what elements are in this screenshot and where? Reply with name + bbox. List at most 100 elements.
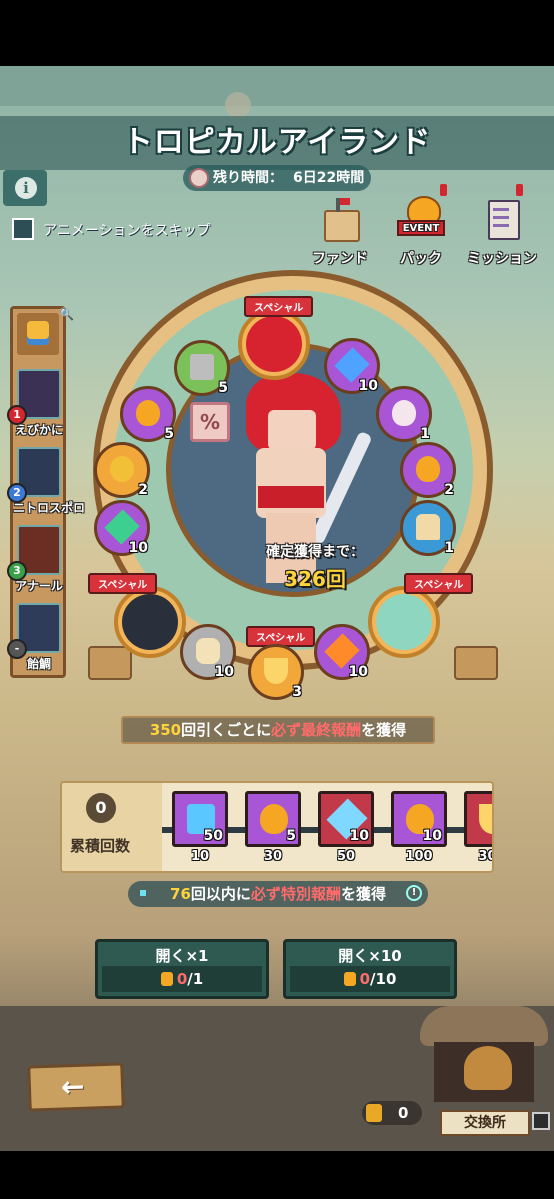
reward-box: 10: [391, 791, 447, 847]
special-character-portrait: [376, 594, 432, 650]
wheel-special-node[interactable]: [238, 308, 310, 380]
mission-alert-icon: [516, 184, 523, 196]
pack-label: パック: [400, 251, 442, 267]
rank-badge: 3: [7, 561, 27, 581]
rank-badge: 1: [7, 405, 27, 425]
ranking-entry[interactable]: 3 アナール: [7, 525, 63, 594]
fund-label: ファンド: [312, 251, 368, 267]
reward-count: 5: [286, 828, 296, 844]
wheel-item-node[interactable]: 10: [314, 624, 370, 680]
milestone-reward[interactable]: 10 100: [391, 791, 447, 864]
open-x10-label: 開く×10: [338, 947, 402, 965]
notice-dot-icon: [140, 890, 146, 896]
wheel-item-node[interactable]: 3: [248, 644, 304, 700]
milestone-threshold: 10: [190, 849, 210, 864]
cumulative-panel: 0 累積回数: [62, 783, 162, 871]
item-count: 5: [164, 426, 174, 442]
wheel-item-node[interactable]: 1: [376, 386, 432, 442]
item-count: 2: [138, 482, 148, 498]
milestone-reward[interactable]: 300: [464, 791, 492, 864]
notice-must: 必ず: [250, 885, 281, 903]
item-count: 5: [218, 380, 228, 396]
wheel-item-node[interactable]: 5: [174, 340, 230, 396]
reward-box: [464, 791, 492, 847]
cumulative-reward-track[interactable]: 0 累積回数 5010530105010100300: [60, 781, 494, 873]
mission-scroll-icon: [482, 196, 522, 240]
special-character-portrait: [246, 316, 302, 372]
trophy-count: 0: [398, 1104, 409, 1122]
mission-button[interactable]: ミッション: [462, 196, 542, 268]
notice-text: 回引くごとに: [181, 721, 272, 739]
reward-box: 50: [172, 791, 228, 847]
mango-icon: [343, 972, 356, 986]
fund-button[interactable]: ファンド: [300, 196, 380, 268]
event-screen: トロピカルアイランド 残り時間： 6日22時間 i アニメーションをスキップ フ…: [0, 66, 554, 1151]
magnifier-icon[interactable]: 🔍: [59, 307, 74, 321]
rate-info-button[interactable]: %: [190, 402, 230, 442]
milestone-reward[interactable]: 10 50: [318, 791, 374, 864]
special-reward-notice: 76回以内に必ず特別報酬を獲得 !: [128, 881, 428, 907]
ranking-sidebar: 🔍 1 えびかに 2 ニトロスポロ 3 アナール - 飴鯛: [7, 306, 85, 678]
item-count: 2: [444, 482, 454, 498]
wheel-item-node[interactable]: 10: [324, 338, 380, 394]
notice-number: 76: [170, 885, 191, 903]
silver-bar-icon: [190, 354, 214, 380]
cocktail-icon: [264, 658, 288, 684]
wheel-item-node[interactable]: 5: [120, 386, 176, 442]
event-pack-icon: EVENT: [397, 196, 445, 240]
menu-icon[interactable]: [532, 1112, 550, 1130]
mango-icon: [160, 972, 173, 986]
wheel-item-node[interactable]: 2: [94, 442, 150, 498]
milestone-threshold: 30: [263, 849, 283, 864]
cumulative-count: 0: [86, 793, 116, 823]
skip-animation-checkbox[interactable]: [12, 218, 34, 240]
shop-mascot: [464, 1046, 512, 1090]
pack-button[interactable]: EVENT パック: [381, 196, 461, 268]
pack-alert-icon: [440, 184, 447, 196]
notice-text: を獲得: [340, 885, 386, 903]
trophy-counter: 0: [362, 1101, 422, 1125]
help-icon[interactable]: !: [406, 885, 422, 901]
notice-text: を獲得: [361, 721, 407, 739]
ranking-trophy-button[interactable]: [17, 313, 59, 355]
mango-icon: [260, 804, 288, 834]
mango-icon: [136, 400, 160, 426]
info-button[interactable]: i: [3, 170, 47, 206]
open-x1-label: 開く×1: [155, 947, 209, 965]
moon-decoration: [225, 92, 251, 118]
ranking-entry[interactable]: 2 ニトロスポロ: [7, 447, 85, 516]
ranking-entry[interactable]: 1 えびかに: [7, 369, 63, 438]
cumulative-label: 累積回数: [70, 837, 131, 855]
back-arrow-icon: ←: [60, 1069, 86, 1104]
wheel-special-node[interactable]: [368, 586, 440, 658]
wheel-item-node[interactable]: 10: [180, 624, 236, 680]
item-count: 3: [292, 684, 302, 700]
exchange-shop-button[interactable]: 交換所: [420, 1006, 550, 1136]
ranking-entry[interactable]: - 飴鯛: [7, 603, 61, 672]
event-timer: 残り時間： 6日22時間: [183, 165, 371, 191]
wheel-stand-right: [454, 646, 498, 680]
wheel-item-node[interactable]: 10: [94, 500, 150, 556]
reward-count: 10: [422, 828, 442, 844]
open-x1-cost: 0/1: [102, 966, 262, 992]
open-x1-button[interactable]: 開く×1 0/1: [95, 939, 269, 999]
egg-icon: [392, 400, 416, 426]
wheel-item-node[interactable]: 1: [400, 500, 456, 556]
back-button[interactable]: ←: [27, 1062, 125, 1112]
shop-roof: [420, 1006, 548, 1046]
notice-text: 回以内に: [190, 885, 251, 903]
wheel-special-node[interactable]: [114, 586, 186, 658]
gold-key-icon: [110, 456, 134, 482]
special-tag: スペシャル: [404, 573, 474, 594]
special-character-portrait: [122, 594, 178, 650]
reward-box: 10: [318, 791, 374, 847]
milestone-reward[interactable]: 5 30: [245, 791, 301, 864]
toast-icon: [416, 514, 440, 540]
bone-icon: [196, 638, 220, 664]
milestone-reward[interactable]: 50 10: [172, 791, 228, 864]
sky-band: [0, 66, 554, 106]
guarantee-label: 確定獲得まで：: [266, 544, 364, 560]
wheel-item-node[interactable]: 2: [400, 442, 456, 498]
open-x10-button[interactable]: 開く×10 0/10: [283, 939, 457, 999]
notice-number: 350: [149, 721, 182, 739]
